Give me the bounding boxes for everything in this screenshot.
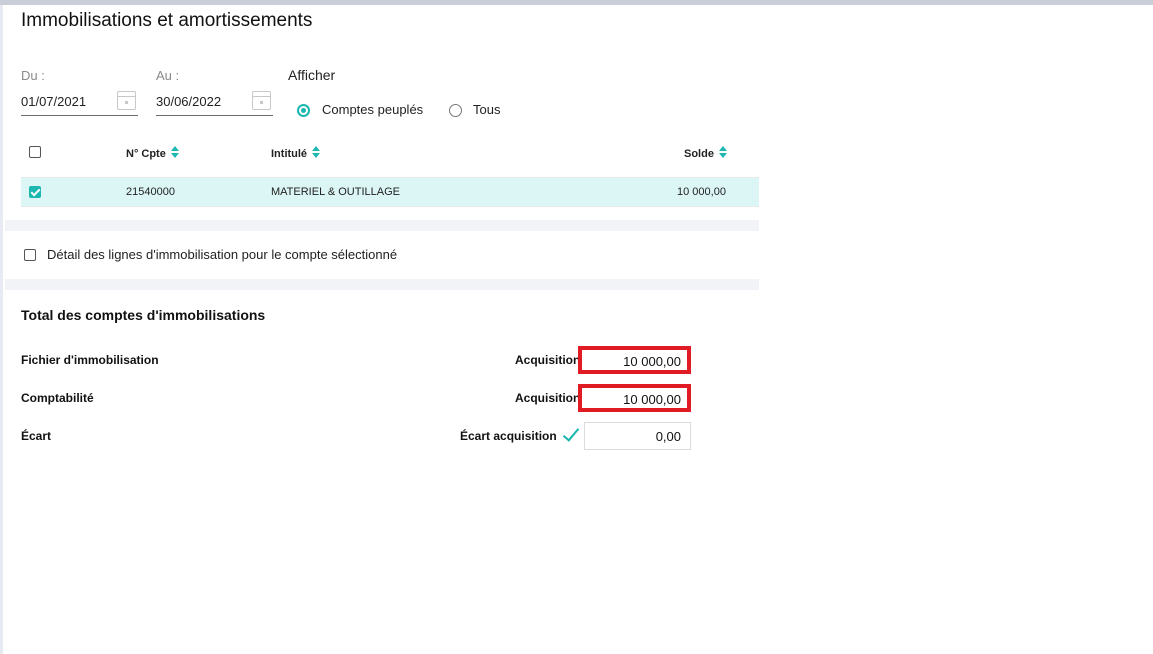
radio-populated-accounts[interactable] (297, 104, 310, 117)
asset-file-acquisition-value: 10 000,00 (578, 346, 691, 374)
sort-icon[interactable] (718, 146, 727, 160)
calendar-icon[interactable] (252, 91, 271, 110)
difference-acquisition-value: 0,00 (584, 422, 691, 450)
accounting-acquisition-value: 10 000,00 (578, 384, 691, 412)
from-date-label: Du : (21, 68, 45, 83)
show-label: Afficher (288, 67, 336, 83)
section-divider (5, 279, 759, 290)
accounting-label: Comptabilité (21, 391, 94, 405)
calendar-icon[interactable] (117, 91, 136, 110)
detail-lines-checkbox[interactable] (24, 249, 36, 261)
radio-all-label[interactable]: Tous (473, 102, 500, 117)
accounting-acquisition-label: Acquisition (515, 391, 581, 405)
page-title: Immobilisations et amortissements (21, 10, 313, 31)
row-checkbox[interactable] (29, 186, 41, 198)
difference-acquisition-label: Écart acquisition (460, 429, 557, 443)
column-header-label[interactable]: Intitulé (271, 146, 321, 160)
top-bar (0, 0, 1153, 5)
radio-all[interactable] (449, 104, 462, 117)
select-all-checkbox[interactable] (29, 146, 41, 158)
row-account-number: 21540000 (126, 186, 175, 198)
row-balance: 10 000,00 (677, 186, 726, 198)
detail-lines-label[interactable]: Détail des lignes d'immobilisation pour … (47, 247, 397, 262)
section-divider (5, 220, 759, 231)
asset-file-label: Fichier d'immobilisation (21, 353, 159, 367)
from-date-value: 01/07/2021 (21, 94, 87, 109)
column-header-balance[interactable]: Solde (684, 146, 727, 160)
column-header-account[interactable]: N° Cpte (126, 146, 179, 160)
from-date-field[interactable]: 01/07/2021 (21, 91, 138, 116)
totals-title: Total des comptes d'immobilisations (21, 307, 266, 323)
table-row[interactable]: 21540000 MATERIEL & OUTILLAGE 10 000,00 (21, 177, 759, 207)
sort-icon[interactable] (170, 146, 179, 160)
to-date-label: Au : (156, 68, 180, 83)
asset-file-acquisition-label: Acquisition (515, 353, 581, 367)
to-date-value: 30/06/2022 (156, 94, 222, 109)
row-account-label: MATERIEL & OUTILLAGE (271, 186, 400, 198)
left-border (0, 5, 3, 654)
radio-populated-accounts-label[interactable]: Comptes peuplés (322, 102, 423, 117)
checkmark-icon (562, 424, 580, 442)
sort-icon[interactable] (312, 146, 321, 160)
to-date-field[interactable]: 30/06/2022 (156, 91, 273, 116)
difference-label: Écart (21, 429, 52, 443)
